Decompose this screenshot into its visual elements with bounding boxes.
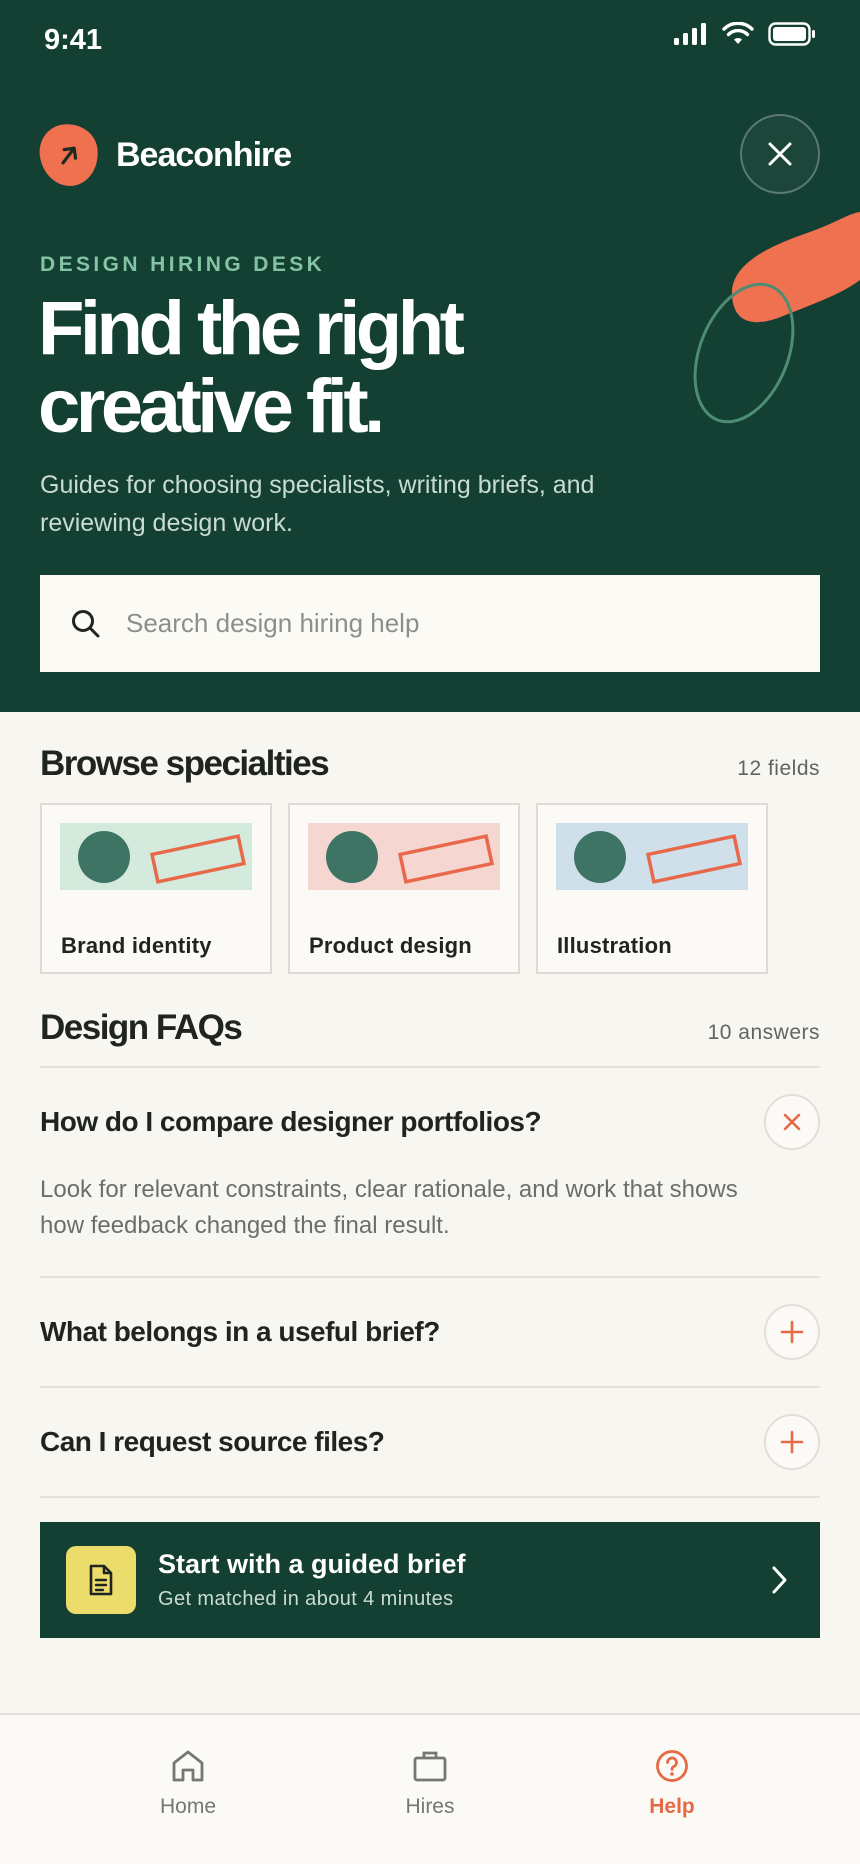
faq-question-row[interactable]: How do I compare designer portfolios? [40, 1068, 820, 1176]
tab-label: Help [649, 1795, 695, 1818]
faq-question: How do I compare designer portfolios? [40, 1106, 542, 1137]
cta-text: Start with a guided brief Get matched in… [158, 1549, 466, 1611]
faq-collapse-button[interactable] [764, 1094, 820, 1150]
brand-name: Beaconhire [116, 135, 292, 174]
faq-question-row[interactable]: Can I request source files? [40, 1388, 820, 1496]
brand-mark-icon [35, 120, 103, 190]
close-button[interactable] [740, 114, 820, 194]
faq-expand-button[interactable] [764, 1304, 820, 1360]
tab-label: Hires [405, 1795, 455, 1818]
search-icon [72, 609, 100, 637]
faq-question: Can I request source files? [40, 1426, 385, 1457]
faqs-header: Design FAQs 10 answers [40, 1008, 820, 1048]
specialty-card-product-design[interactable]: Product design [288, 803, 520, 974]
hero-eyebrow: DESIGN HIRING DESK [40, 253, 326, 276]
plus-icon [780, 1430, 804, 1454]
faq-question-row[interactable]: What belongs in a useful brief? [40, 1278, 820, 1386]
specialty-card-illustration[interactable]: Illustration [536, 803, 768, 974]
card-label: Illustration [557, 933, 672, 958]
plus-icon [780, 1320, 804, 1344]
card-thumbnail [60, 823, 252, 890]
document-icon [66, 1546, 136, 1614]
close-icon [783, 1113, 801, 1131]
tab-hires[interactable]: Hires [360, 1749, 500, 1819]
hero-header: 9:41 Beaconhire DESIGN HIRING DESK Find … [0, 0, 860, 712]
guided-brief-button[interactable]: Start with a guided brief Get matched in… [40, 1522, 820, 1638]
wifi-icon [722, 22, 754, 44]
help-icon [656, 1750, 688, 1782]
tab-bar: Home Hires Help [0, 1713, 860, 1864]
faqs-title: Design FAQs [40, 1008, 243, 1047]
brand-logo[interactable]: Beaconhire [35, 120, 292, 190]
faq-answer: Look for relevant constraints, clear rat… [40, 1176, 738, 1239]
faq-expand-button[interactable] [764, 1414, 820, 1470]
faq-item: What belongs in a useful brief? [40, 1278, 820, 1388]
search-input[interactable]: Search design hiring help [40, 575, 820, 672]
specialties-count: 12 fields [737, 757, 820, 780]
faq-question: What belongs in a useful brief? [40, 1316, 440, 1347]
status-time: 9:41 [44, 24, 103, 56]
faq-list: How do I compare designer portfolios? Lo… [40, 1066, 820, 1498]
card-label: Product design [309, 933, 472, 958]
tab-home[interactable]: Home [118, 1749, 258, 1819]
status-icons [674, 22, 816, 46]
specialties-title: Browse specialties [40, 744, 330, 783]
card-thumbnail [556, 823, 748, 890]
chevron-right-icon [772, 1566, 787, 1594]
card-thumbnail [308, 823, 500, 890]
card-label: Brand identity [61, 933, 212, 958]
tab-help[interactable]: Help [602, 1749, 742, 1819]
close-icon [768, 142, 792, 166]
home-icon [172, 1750, 204, 1782]
signal-icon [674, 23, 706, 45]
faqs-count: 10 answers [707, 1021, 820, 1044]
tab-label: Home [159, 1795, 217, 1818]
hero-subhead: Guides for choosing specialists, writing… [40, 471, 595, 537]
cta-subtitle: Get matched in about 4 minutes [158, 1588, 454, 1610]
battery-icon [768, 22, 815, 46]
headline-line-2: creative fit. [38, 364, 385, 449]
headline-line-1: Find the right [38, 286, 465, 371]
specialty-card-brand-identity[interactable]: Brand identity [40, 803, 272, 974]
specialty-cards: Brand identity Product design Illustrati… [40, 803, 768, 974]
faq-item: Can I request source files? [40, 1388, 820, 1498]
search-placeholder: Search design hiring help [126, 608, 420, 638]
faq-item: How do I compare designer portfolios? Lo… [40, 1068, 820, 1278]
briefcase-icon [413, 1751, 447, 1782]
specialties-header: Browse specialties 12 fields [40, 744, 820, 784]
hero-headline: Find the right creative fit. [38, 290, 598, 446]
cta-title: Start with a guided brief [158, 1549, 466, 1579]
status-bar: 9:41 [0, 0, 860, 84]
decorative-shape [693, 212, 860, 424]
